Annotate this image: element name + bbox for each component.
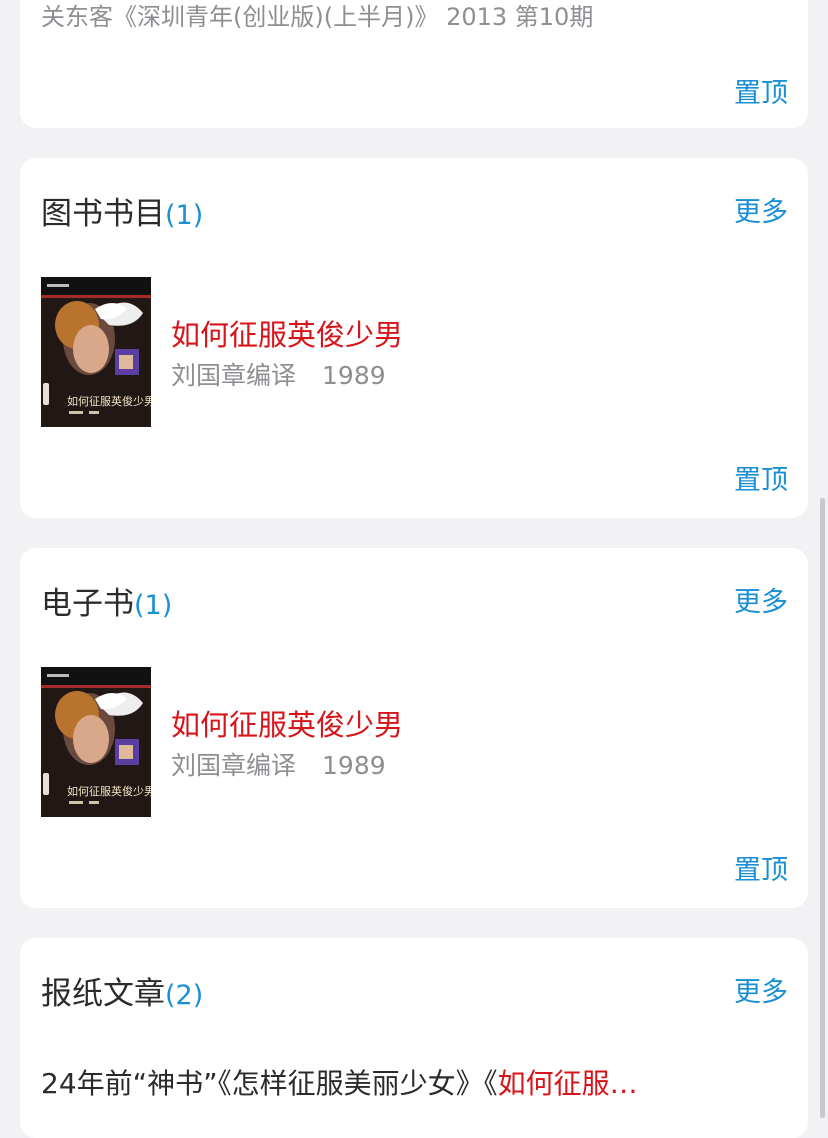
book-cover-image: 如何征服英俊少男 (41, 277, 151, 427)
pin-top-button[interactable]: 置顶 (734, 848, 788, 887)
section-count: (1) (134, 590, 173, 621)
books-section-card: 图书书目(1) 更多 如何征服英俊少男 如何征服英俊少男 刘国章编译 1989 … (20, 158, 808, 518)
article-title: 24年前“神书”《怎样征服美丽少女》《 (41, 1067, 498, 1100)
book-meta: 刘国章编译 1989 (171, 746, 386, 782)
cover-title-text: 如何征服英俊少男 (67, 394, 151, 408)
section-title: 图书书目 (41, 196, 165, 232)
book-year: 1989 (322, 361, 386, 390)
book-title[interactable]: 如何征服英俊少男 (171, 702, 403, 744)
more-button[interactable]: 更多 (734, 970, 788, 1009)
book-title[interactable]: 如何征服英俊少男 (171, 312, 403, 354)
more-button[interactable]: 更多 (734, 580, 788, 619)
book-author: 刘国章编译 (171, 361, 297, 390)
section-title: 报纸文章 (41, 976, 165, 1012)
pin-top-button[interactable]: 置顶 (734, 71, 788, 110)
book-cover-image: 如何征服英俊少男 (41, 667, 151, 817)
more-button[interactable]: 更多 (734, 190, 788, 229)
search-result-card-partial: 关东客《深圳青年(创业版)(上半月)》 2013 第10期 置顶 (20, 0, 808, 128)
section-count: (1) (165, 200, 204, 231)
section-count: (2) (165, 980, 204, 1011)
section-header: 报纸文章(2) (41, 968, 203, 1013)
book-list-item[interactable]: 如何征服英俊少男 如何征服英俊少男 刘国章编译 1989 (41, 277, 781, 427)
section-title: 电子书 (41, 586, 134, 622)
newspaper-section-card: 报纸文章(2) 更多 24年前“神书”《怎样征服美丽少女》《如何征服… (20, 938, 808, 1138)
article-source: 关东客《深圳青年(创业版)(上半月)》 2013 第10期 (41, 3, 594, 31)
section-header: 图书书目(1) (41, 188, 203, 233)
scrollbar[interactable] (820, 498, 825, 1118)
book-author: 刘国章编译 (171, 751, 297, 780)
ebook-list-item[interactable]: 如何征服英俊少男 如何征服英俊少男 刘国章编译 1989 (41, 667, 781, 817)
book-meta: 刘国章编译 1989 (171, 356, 386, 392)
article-list-item[interactable]: 24年前“神书”《怎样征服美丽少女》《如何征服… (41, 1062, 741, 1102)
section-header: 电子书(1) (41, 578, 172, 623)
cover-title-text: 如何征服英俊少男 (67, 784, 151, 798)
pin-top-button[interactable]: 置顶 (734, 458, 788, 497)
article-title-highlight: 如何征服… (497, 1067, 638, 1100)
book-year: 1989 (322, 751, 386, 780)
ebooks-section-card: 电子书(1) 更多 如何征服英俊少男 如何征服英俊少男 刘国章编译 1989 置… (20, 548, 808, 908)
